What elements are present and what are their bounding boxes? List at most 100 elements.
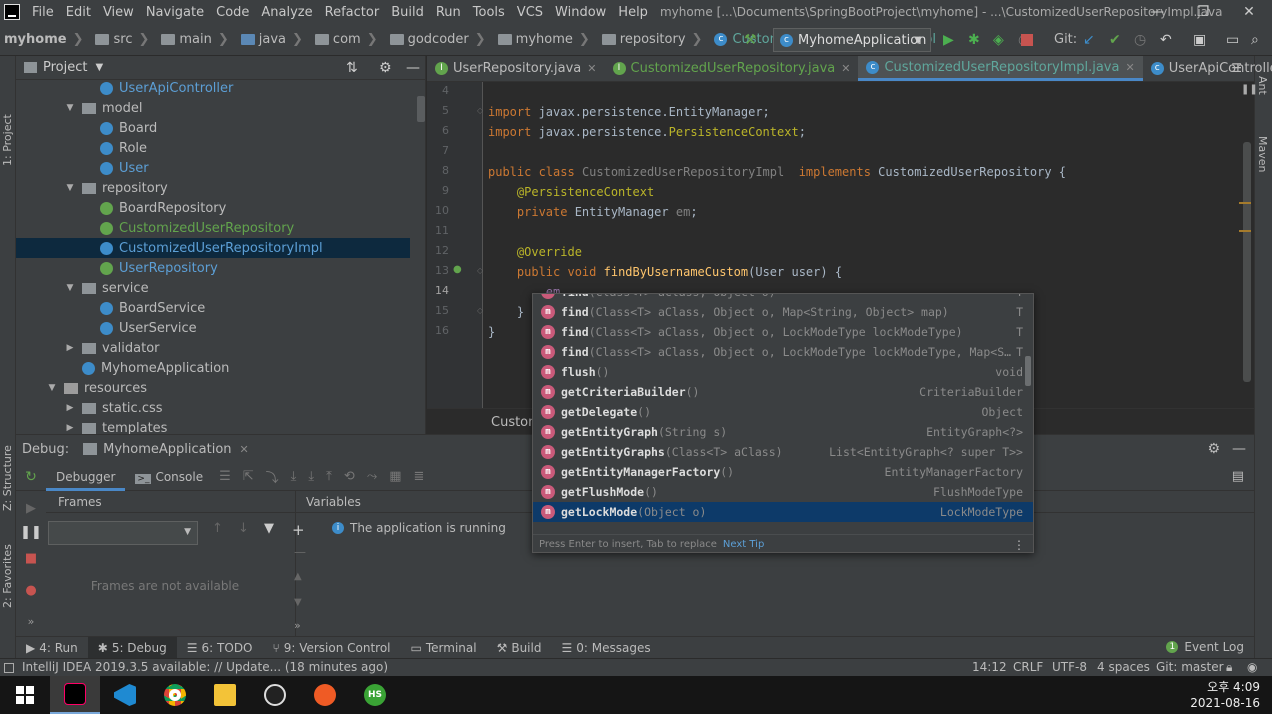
menu-refactor[interactable]: Refactor [319,5,386,20]
project-scrollbar[interactable] [417,96,425,122]
force-step-into-icon[interactable]: ⤓ [308,469,314,484]
tool-windows-icon[interactable] [4,663,14,673]
taskbar-obs[interactable] [250,676,300,714]
breadcrumb-main[interactable]: main ❯ [153,32,232,47]
menu-code[interactable]: Code [210,5,255,20]
close-icon[interactable]: ✕ [841,62,850,75]
gear-icon[interactable]: ⚙ [1207,441,1220,457]
start-button[interactable] [0,676,50,714]
gear-icon[interactable]: ⚙ [379,60,392,76]
chevron-down-icon[interactable]: ▼ [64,183,76,193]
more-options-icon[interactable]: ⋮ [1013,538,1025,552]
chevron-down-icon[interactable]: ▼ [95,62,103,73]
menu-window[interactable]: Window [549,5,612,20]
tree-item[interactable]: UserRepository [16,258,410,278]
resume-icon[interactable]: ▶ [16,501,46,516]
chevron-down-icon[interactable]: ▼ [64,283,76,293]
git-history-icon[interactable]: ◷ [1134,32,1146,48]
taskbar-chrome[interactable] [150,676,200,714]
taskbar-vscode[interactable] [100,676,150,714]
chevron-right-icon[interactable]: ▶ [64,423,76,433]
step-out-icon[interactable]: ⤒ [326,469,332,484]
structure-tool-tab[interactable]: Z: Structure [1,445,14,511]
terminal-tool-tab[interactable]: ▭ Terminal [401,641,487,655]
version-control-tool-tab[interactable]: ⑂ 9: Version Control [263,641,401,655]
project-structure-icon[interactable]: ▣ [1193,32,1206,48]
tree-item[interactable]: ▼ repository [16,178,410,198]
tree-item[interactable]: User [16,158,410,178]
menu-file[interactable]: File [26,5,60,20]
completion-item[interactable]: m find(Class<T> aClass, Object o) T [533,294,1033,302]
breadcrumb-repository[interactable]: repository ❯ [594,32,707,47]
chevron-right-icon[interactable]: ▶ [64,403,76,413]
run-configuration-select[interactable]: c MyhomeApplication ▼ [773,28,931,52]
tree-item[interactable]: UserService [16,318,410,338]
tab-customized-user-repository-impl[interactable]: c CustomizedUserRepositoryImpl.java ✕ [858,56,1143,81]
git-update-icon[interactable]: ↙ [1083,32,1095,48]
filter-icon[interactable]: ▼ [264,521,274,536]
completion-item[interactable]: m find (Class<T> aClass, Object o, Map<Str… [533,302,1033,322]
warning-marker[interactable] [1239,230,1251,232]
breadcrumb-java[interactable]: java ❯ [233,32,307,47]
menu-icon[interactable]: ☰ [219,469,231,484]
run-tool-tab[interactable]: ▶ 4: Run [16,641,88,655]
line-separator[interactable]: CRLF [1013,660,1043,674]
hide-icon[interactable]: — [1232,441,1246,457]
fold-icon[interactable]: ◇ [477,266,483,275]
tab-user-repository[interactable]: I UserRepository.java ✕ [427,56,605,81]
file-encoding[interactable]: UTF-8 [1052,660,1087,674]
view-breakpoints-icon[interactable]: ● [16,583,46,598]
caret-position[interactable]: 14:12 [972,660,1007,674]
show-execution-point-icon[interactable]: ⇱ [243,469,254,484]
editor-scrollbar[interactable] [1243,142,1251,382]
tree-item[interactable]: ▶ static.css [16,398,410,418]
breadcrumb-project[interactable]: myhome ❯ [0,32,87,47]
indent-setting[interactable]: 4 spaces [1097,660,1150,674]
trace-icon[interactable]: ≣ [414,469,425,484]
breadcrumb-myhome[interactable]: myhome ❯ [490,32,594,47]
taskbar-postman[interactable] [300,676,350,714]
close-icon[interactable]: ✕ [587,62,596,75]
completion-item[interactable]: m find (Class<T> aClass, Object o, LockMod… [533,322,1033,342]
run-icon[interactable]: ▶ [943,32,954,48]
project-tool-tab[interactable]: 1: Project [1,114,14,166]
event-log-tool-tab[interactable]: 1 Event Log [1166,640,1244,654]
implements-marker-icon[interactable]: ● [453,264,462,275]
tree-item[interactable]: ▶ templates [16,418,410,435]
completion-scrollbar[interactable] [1025,356,1031,386]
debug-bug-icon[interactable]: ✱ [968,32,980,48]
tree-item[interactable]: ▼ resources [16,378,410,398]
completion-item[interactable]: m getEntityManagerFactory() EntityManagerF… [533,462,1033,482]
tree-item[interactable]: ▼ model [16,98,410,118]
tree-item[interactable]: BoardRepository [16,198,410,218]
rerun-icon[interactable]: ↻ [16,469,46,485]
tree-item[interactable]: ▶ validator [16,338,410,358]
thread-select[interactable]: ▼ [48,521,198,545]
tree-item[interactable]: MyhomeApplication [16,358,410,378]
tree-item[interactable]: UserApiController [16,78,410,98]
frame-up-icon[interactable]: ↑ [212,521,223,536]
frame-down-icon[interactable]: ↓ [238,521,249,536]
menu-view[interactable]: View [97,5,140,20]
menu-run[interactable]: Run [430,5,467,20]
breadcrumb-src[interactable]: src ❯ [87,32,153,47]
close-icon[interactable]: ✕ [1226,0,1272,24]
maven-tool-tab[interactable]: Maven [1256,136,1269,172]
run-to-cursor-icon[interactable]: ⤳ [367,469,377,484]
next-tip-link[interactable]: Next Tip [723,539,764,550]
chevron-down-icon[interactable]: ▼ [64,103,76,113]
git-branch[interactable]: Git: master [1156,660,1224,674]
build-hammer-icon[interactable]: ⚒ [744,32,757,48]
hide-icon[interactable]: — [406,60,420,76]
collapse-all-icon[interactable]: ⇅ [346,60,358,76]
stop-icon[interactable] [1021,34,1033,46]
tree-item[interactable]: ▼ service [16,278,410,298]
fold-icon[interactable]: ◇ [477,106,483,115]
evaluate-icon[interactable]: ▦ [389,469,401,484]
build-tool-tab[interactable]: ⚒ Build [487,641,552,655]
layout-icon[interactable]: ▤ [1232,469,1244,484]
project-view-title[interactable]: Project [43,60,87,75]
fold-icon[interactable]: ◇ [477,306,483,315]
completion-item[interactable]: m flush() void [533,362,1033,382]
rollback-icon[interactable]: ↶ [1160,32,1172,48]
